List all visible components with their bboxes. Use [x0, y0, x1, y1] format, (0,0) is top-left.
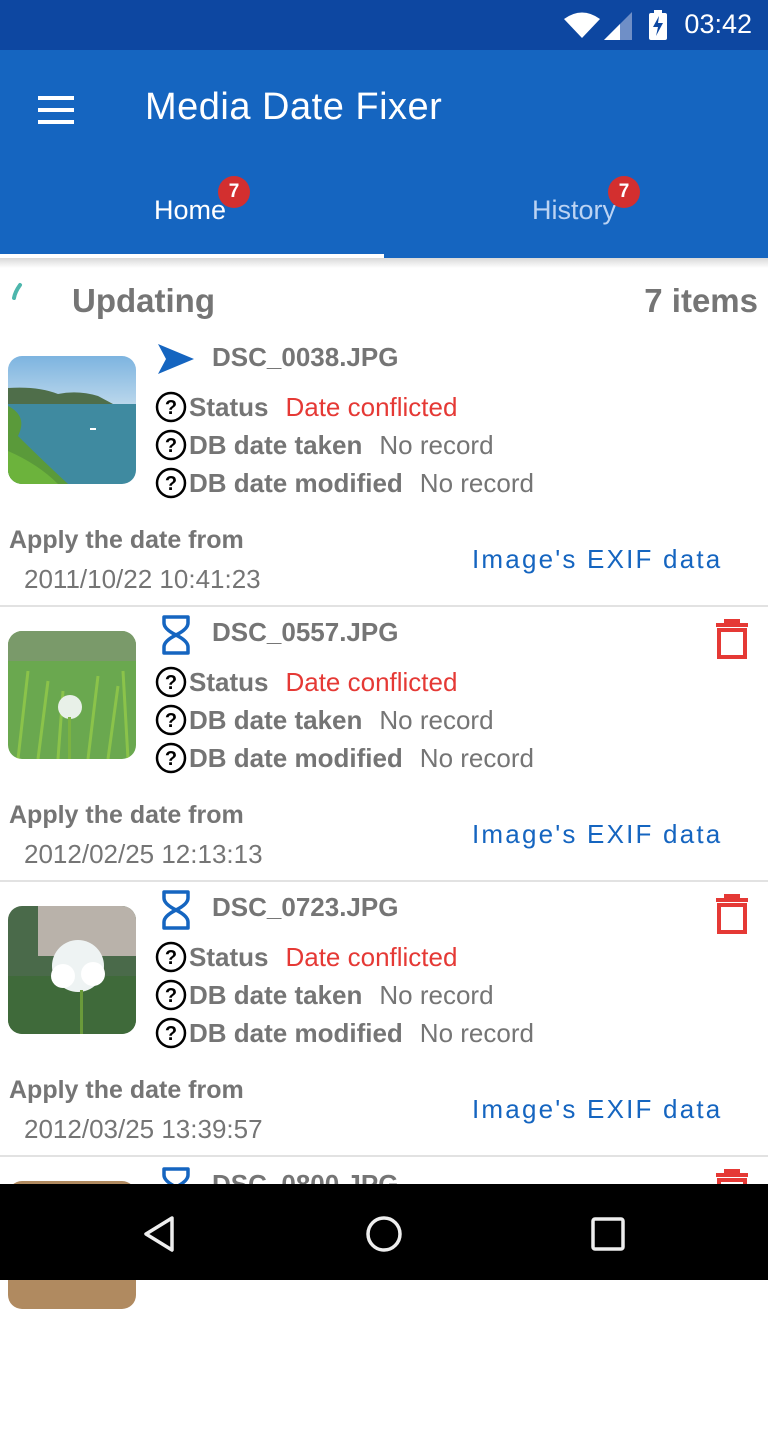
- db-date-taken-label: DB date taken: [189, 429, 363, 460]
- list-item[interactable]: DSC_0038.JPG ? Status Date conflicted ? …: [0, 332, 768, 607]
- apply-date-value: 2012/02/25 12:13:13: [24, 839, 263, 869]
- loading-spinner-icon: [12, 283, 22, 300]
- list-item[interactable]: DSC_0723.JPG ? Status Date conflicted ? …: [0, 882, 768, 1157]
- date-source-button[interactable]: Image's EXIF data: [472, 1094, 722, 1125]
- apply-date-label: Apply the date from: [9, 1076, 244, 1104]
- help-circle-icon[interactable]: ?: [155, 979, 187, 1011]
- hourglass-icon: [162, 890, 190, 930]
- hamburger-menu-icon[interactable]: [28, 82, 84, 138]
- list-header-title: Updating: [72, 282, 215, 319]
- home-icon[interactable]: [360, 1210, 408, 1258]
- svg-text:?: ?: [165, 397, 177, 419]
- svg-text:?: ?: [165, 985, 177, 1007]
- hourglass-icon: [162, 615, 190, 655]
- thumbnail-grass-flower: [8, 631, 136, 759]
- apply-date-value: 2012/03/25 13:39:57: [24, 1114, 263, 1144]
- tab-bar: Home 7 History 7: [0, 170, 768, 258]
- svg-text:?: ?: [165, 435, 177, 457]
- delete-icon[interactable]: [714, 894, 750, 934]
- date-source-button[interactable]: Image's EXIF data: [472, 544, 722, 575]
- status-label: Status: [189, 941, 269, 972]
- db-date-taken-value: No record: [379, 429, 494, 460]
- file-name: DSC_0723.JPG: [212, 892, 399, 922]
- db-date-modified-label: DB date modified: [189, 742, 403, 773]
- send-arrow-icon: [158, 344, 194, 374]
- svg-text:?: ?: [165, 710, 177, 732]
- tab-home[interactable]: Home 7: [0, 170, 384, 258]
- db-date-modified-value: No record: [419, 1017, 534, 1048]
- tab-history-label: History: [532, 195, 617, 225]
- svg-text:?: ?: [165, 947, 177, 969]
- help-circle-icon[interactable]: ?: [155, 467, 187, 499]
- apply-date-label: Apply the date from: [9, 801, 244, 829]
- db-date-taken-row: ? DB date taken No record: [155, 977, 494, 1013]
- system-nav-bar: [0, 1184, 768, 1280]
- db-date-modified-value: No record: [419, 742, 534, 773]
- db-date-taken-value: No record: [379, 704, 494, 735]
- list-item[interactable]: DSC_0557.JPG ? Status Date conflicted ? …: [0, 607, 768, 882]
- tab-history[interactable]: History 7: [384, 170, 768, 258]
- apply-date-value: 2011/10/22 10:41:23: [24, 564, 261, 594]
- apply-date-label: Apply the date from: [9, 526, 244, 554]
- db-date-taken-row: ? DB date taken No record: [155, 702, 494, 738]
- clock: 03:42: [684, 9, 752, 39]
- db-date-modified-row: ? DB date modified No record: [155, 465, 534, 501]
- app-title: Media Date Fixer: [145, 86, 443, 128]
- help-circle-icon[interactable]: ?: [155, 666, 187, 698]
- recents-icon[interactable]: [584, 1210, 632, 1258]
- svg-text:?: ?: [165, 1023, 177, 1045]
- thumbnail-white-flower: [8, 906, 136, 1034]
- app-bar: Media Date Fixer Home 7 History 7: [0, 50, 768, 258]
- thumbnail-coastline: [8, 356, 136, 484]
- status-label: Status: [189, 391, 269, 422]
- svg-text:?: ?: [165, 672, 177, 694]
- db-date-modified-label: DB date modified: [189, 467, 403, 498]
- status-row: ? Status Date conflicted: [155, 664, 457, 700]
- db-date-taken-label: DB date taken: [189, 979, 363, 1010]
- tab-home-badge: 7: [218, 176, 250, 208]
- db-date-taken-value: No record: [379, 979, 494, 1010]
- status-value: Date conflicted: [285, 941, 458, 972]
- status-bar: 03:42: [0, 0, 768, 50]
- svg-text:?: ?: [165, 473, 177, 495]
- back-icon[interactable]: [138, 1210, 186, 1258]
- file-name: DSC_0038.JPG: [212, 342, 399, 372]
- list-header: Updating 7 items: [0, 268, 768, 338]
- db-date-taken-row: ? DB date taken No record: [155, 427, 494, 463]
- delete-icon[interactable]: [714, 619, 750, 659]
- tab-home-label: Home: [154, 195, 227, 225]
- cell-signal-icon: [604, 12, 632, 40]
- help-circle-icon[interactable]: ?: [155, 704, 187, 736]
- item-count: 7 items: [644, 282, 758, 319]
- db-date-modified-row: ? DB date modified No record: [155, 740, 534, 776]
- help-circle-icon[interactable]: ?: [155, 742, 187, 774]
- status-row: ? Status Date conflicted: [155, 389, 457, 425]
- db-date-modified-label: DB date modified: [189, 1017, 403, 1048]
- db-date-modified-row: ? DB date modified No record: [155, 1015, 534, 1051]
- status-value: Date conflicted: [285, 391, 458, 422]
- date-source-button[interactable]: Image's EXIF data: [472, 819, 722, 850]
- tab-history-badge: 7: [608, 176, 640, 208]
- help-circle-icon[interactable]: ?: [155, 941, 187, 973]
- wifi-icon: [564, 12, 600, 38]
- status-label: Status: [189, 666, 269, 697]
- app-bar-shadow: [0, 258, 768, 268]
- help-circle-icon[interactable]: ?: [155, 429, 187, 461]
- db-date-taken-label: DB date taken: [189, 704, 363, 735]
- db-date-modified-value: No record: [419, 467, 534, 498]
- help-circle-icon[interactable]: ?: [155, 391, 187, 423]
- battery-charging-icon: [649, 10, 667, 40]
- status-row: ? Status Date conflicted: [155, 939, 457, 975]
- file-name: DSC_0557.JPG: [212, 617, 399, 647]
- status-value: Date conflicted: [285, 666, 458, 697]
- help-circle-icon[interactable]: ?: [155, 1017, 187, 1049]
- svg-text:?: ?: [165, 748, 177, 770]
